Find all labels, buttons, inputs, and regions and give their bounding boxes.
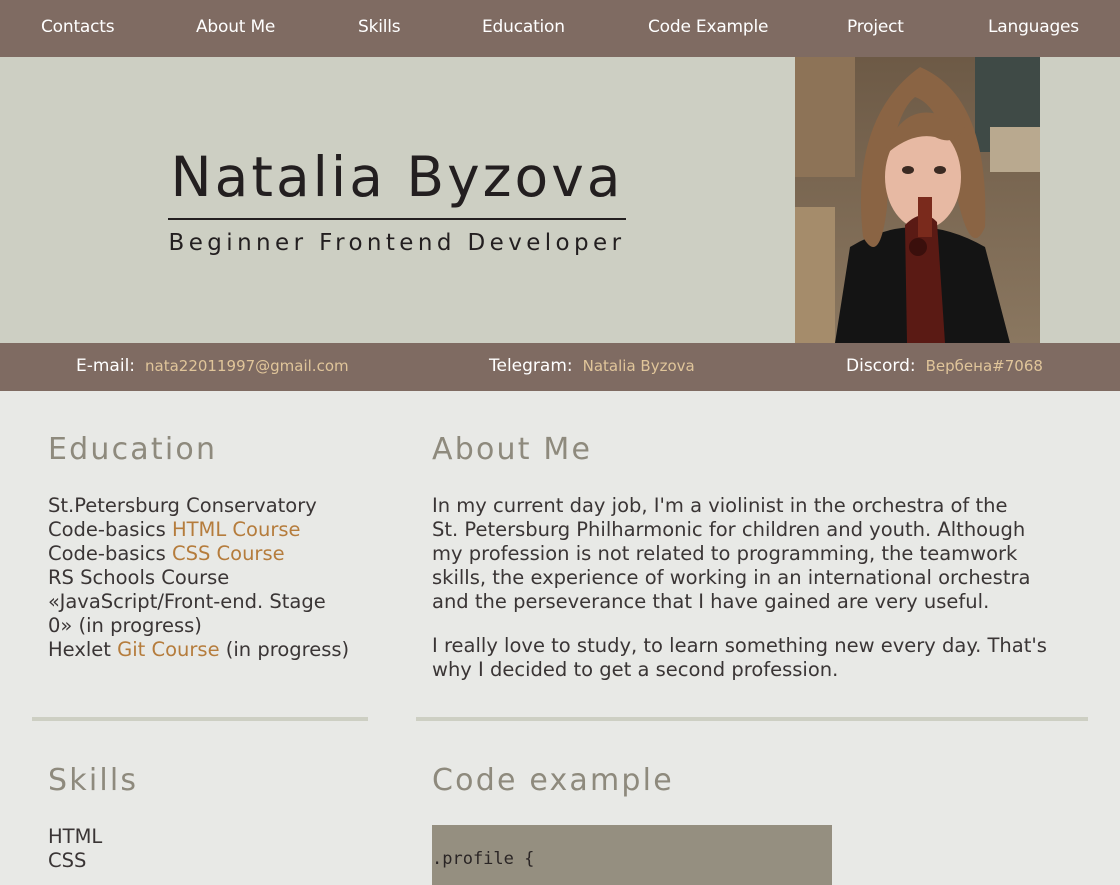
education-item: Code-basics CSS Course <box>48 542 285 565</box>
skills-heading: Skills <box>48 763 139 798</box>
education-divider <box>32 717 368 721</box>
about-paragraph: I really love to study, to learn somethi… <box>432 634 1047 681</box>
education-item: «JavaScript/Front-end. Stage <box>48 590 326 613</box>
telegram-link[interactable]: Natalia Byzova <box>583 357 695 375</box>
education-item: RS Schools Course <box>48 566 230 589</box>
profile-photo <box>795 57 1040 343</box>
education-item: Code-basics HTML Course <box>48 518 301 541</box>
email-link[interactable]: nata22011997@gmail.com <box>145 357 349 375</box>
contact-discord: Discord: Вербена#7068 <box>846 343 1043 391</box>
nav-education[interactable]: Education <box>482 0 565 57</box>
discord-link[interactable]: Вербена#7068 <box>926 357 1043 375</box>
code-snippet: .profile { <box>432 849 535 869</box>
hero-underline <box>168 218 626 220</box>
nav-about-me[interactable]: About Me <box>196 0 275 57</box>
education-heading: Education <box>48 432 218 467</box>
nav-contacts[interactable]: Contacts <box>41 0 115 57</box>
about-paragraph: In my current day job, I'm a violinist i… <box>432 494 1031 613</box>
contact-telegram: Telegram: Natalia Byzova <box>489 343 695 391</box>
about-divider <box>416 717 1088 721</box>
html-course-link[interactable]: HTML Course <box>172 518 301 541</box>
contacts-bar: E-mail: nata22011997@gmail.com Telegram: N… <box>0 343 1120 391</box>
nav-code-example[interactable]: Code Example <box>648 0 768 57</box>
hero-section: Natalia Byzova Beginner Frontend Develop… <box>0 57 1120 343</box>
education-item: Hexlet Git Course (in progress) <box>48 638 350 661</box>
top-navigation: Contacts About Me Skills Education Code … <box>0 0 1120 57</box>
nav-skills[interactable]: Skills <box>358 0 401 57</box>
contact-email: E-mail: nata22011997@gmail.com <box>76 343 349 391</box>
skill-item: CSS <box>48 849 87 872</box>
education-list: St.Petersburg Conservatory Code-basics H… <box>48 494 388 662</box>
education-item: 0» (in progress) <box>48 614 202 637</box>
skills-list: HTML CSS <box>48 825 348 873</box>
nav-languages[interactable]: Languages <box>988 0 1079 57</box>
code-example-heading: Code example <box>432 763 674 798</box>
nav-project[interactable]: Project <box>847 0 904 57</box>
education-item: St.Petersburg Conservatory <box>48 494 317 517</box>
hero-name: Natalia Byzova <box>170 145 624 209</box>
skill-item: HTML <box>48 825 103 848</box>
about-heading: About Me <box>432 432 593 467</box>
about-text: In my current day job, I'm a violinist i… <box>432 494 1092 682</box>
code-block: .profile { <box>432 825 832 885</box>
email-label: E-mail: <box>76 356 136 376</box>
discord-label: Discord: <box>846 356 916 376</box>
telegram-label: Telegram: <box>489 356 573 376</box>
git-course-link[interactable]: Git Course <box>117 638 219 661</box>
css-course-link[interactable]: CSS Course <box>172 542 285 565</box>
hero-subtitle: Beginner Frontend Developer <box>168 230 626 256</box>
